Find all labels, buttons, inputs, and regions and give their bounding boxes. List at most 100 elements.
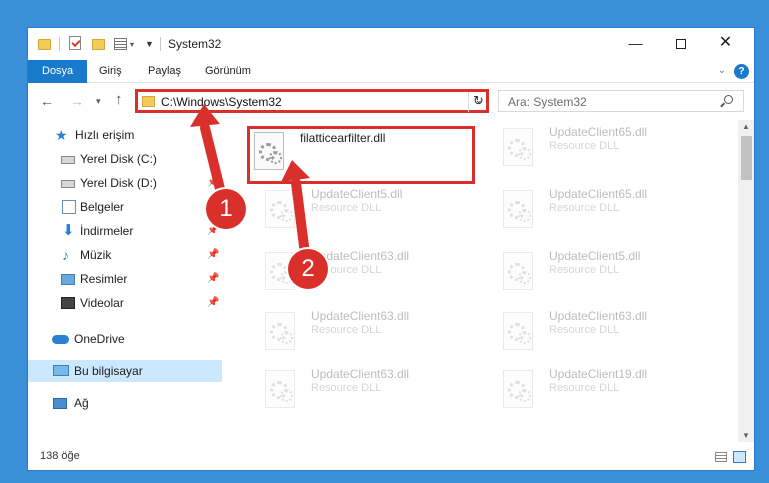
scrollbar-thumb[interactable] (741, 136, 752, 180)
tab-home[interactable]: Giriş (89, 60, 132, 83)
music-icon: ♪ (62, 247, 69, 263)
file-item[interactable]: UpdateClient65.dll Resource DLL (485, 122, 723, 178)
search-placeholder: Ara: System32 (508, 95, 587, 109)
search-icon[interactable] (724, 95, 733, 104)
explorer-window: ▾ ▼ System32 — ✕ Dosya Giriş Paylaş Görü… (27, 27, 755, 471)
star-icon: ★ (55, 127, 68, 143)
forward-arrow-icon[interactable]: → (70, 93, 84, 109)
file-name: UpdateClient19.dll (549, 367, 648, 381)
window-title: System32 (168, 37, 222, 51)
file-type: Resource DLL (549, 202, 620, 214)
dll-file-icon (503, 128, 533, 166)
maximize-button[interactable] (658, 28, 703, 58)
sidebar-item-drive-c[interactable]: Yerel Disk (C:) (28, 148, 222, 170)
videos-icon (61, 297, 75, 309)
folder-icon (38, 39, 51, 50)
file-name: filatticearfilter.dll (300, 131, 386, 145)
step-2-badge: 2 (288, 249, 328, 289)
sidebar-item-onedrive[interactable]: OneDrive (28, 328, 222, 350)
drive-icon (61, 156, 75, 164)
file-item[interactable]: UpdateClient5.dll Resource DLL (247, 184, 485, 240)
tab-share[interactable]: Paylaş (138, 60, 191, 83)
file-item[interactable]: UpdateClient63.dll Resource DLL (485, 306, 723, 362)
address-path[interactable]: C:\Windows\System32 (161, 95, 282, 109)
back-arrow-icon[interactable]: ← (40, 93, 54, 109)
status-bar: 138 öğe (28, 442, 754, 470)
pictures-icon (61, 274, 75, 285)
file-item[interactable]: UpdateClient19.dll Resource DLL (485, 364, 723, 420)
file-name: UpdateClient65.dll (549, 187, 648, 201)
sidebar-item-quick-access[interactable]: ★ Hızlı erişim (28, 124, 222, 146)
file-item[interactable]: UpdateClient5.dll Resource DLL (485, 246, 723, 302)
file-type: Resource DLL (311, 324, 382, 336)
pin-icon[interactable]: 📌 (207, 268, 219, 290)
file-name: UpdateClient63.dll (549, 309, 648, 323)
network-icon (53, 398, 67, 409)
file-item[interactable]: UpdateClient63.dll Resource DLL (247, 246, 485, 302)
large-icons-view-icon[interactable] (733, 451, 746, 463)
file-item[interactable]: UpdateClient63.dll Resource DLL (247, 364, 485, 420)
new-folder-icon[interactable] (92, 39, 105, 50)
details-view-icon[interactable] (715, 452, 727, 462)
refresh-icon[interactable]: ↻ (468, 92, 488, 112)
cloud-icon (52, 335, 69, 344)
sidebar-item-label: Belgeler (80, 200, 125, 214)
file-type: Resource DLL (549, 382, 620, 394)
file-name: UpdateClient5.dll (549, 249, 641, 263)
sidebar-item-label: İndirmeler (80, 224, 134, 238)
sidebar-item-label: Hızlı erişim (75, 128, 135, 142)
up-arrow-icon[interactable]: ↑ (115, 91, 123, 108)
sidebar-item-videos[interactable]: Videolar 📌 (28, 292, 222, 314)
chevron-down-icon[interactable]: ▾ (130, 40, 134, 56)
drive-icon (61, 180, 75, 188)
sidebar-item-label: Videolar (80, 296, 124, 310)
minimize-button[interactable]: — (613, 28, 658, 58)
close-button[interactable]: ✕ (703, 28, 748, 58)
dll-file-icon (254, 132, 284, 170)
folder-icon (142, 96, 155, 107)
customize-toolbar-icon[interactable]: ▼ (145, 39, 154, 55)
ribbon-tabs: Dosya Giriş Paylaş Görünüm ⌄ ? (28, 60, 754, 83)
scroll-down-icon[interactable]: ▼ (742, 431, 750, 440)
properties-icon[interactable] (69, 36, 81, 50)
help-icon[interactable]: ? (734, 64, 749, 79)
tab-file[interactable]: Dosya (28, 60, 88, 83)
vertical-scrollbar[interactable]: ▲ ▼ (738, 120, 754, 442)
file-item[interactable]: UpdateClient63.dll Resource DLL (247, 306, 485, 362)
sidebar-item-label: OneDrive (74, 332, 125, 346)
dll-file-icon (265, 370, 295, 408)
divider (59, 37, 60, 51)
sidebar-item-drive-d[interactable]: Yerel Disk (D:) 📌 (28, 172, 222, 194)
address-bar[interactable]: C:\Windows\System32 ⌄ (135, 89, 489, 113)
sidebar-item-network[interactable]: Ağ (28, 392, 222, 414)
sidebar-item-this-pc[interactable]: Bu bilgisayar (28, 360, 222, 382)
file-type: Resource DLL (311, 202, 382, 214)
dll-file-icon (265, 190, 295, 228)
sidebar-item-downloads[interactable]: ⬇ İndirmeler 📌 (28, 220, 222, 242)
sidebar-item-documents[interactable]: Belgeler 📌 (28, 196, 222, 218)
sidebar-item-label: Resimler (80, 272, 128, 286)
view-icon[interactable] (114, 38, 127, 50)
file-item[interactable]: UpdateClient65.dll Resource DLL (485, 184, 723, 240)
navigation-bar: ← → ▾ ↑ C:\Windows\System32 ⌄ ↻ Ara: Sys… (28, 84, 754, 118)
dll-file-icon (503, 190, 533, 228)
dll-file-icon (503, 370, 533, 408)
file-item-highlighted[interactable]: filatticearfilter.dll (247, 126, 475, 184)
documents-icon (62, 200, 76, 214)
dll-file-icon (265, 312, 295, 350)
search-input[interactable]: Ara: System32 (498, 90, 744, 112)
dll-file-icon (503, 312, 533, 350)
computer-icon (53, 365, 69, 376)
item-count: 138 öğe (40, 450, 80, 462)
scroll-up-icon[interactable]: ▲ (742, 122, 750, 131)
recent-locations-icon[interactable]: ▾ (96, 96, 101, 107)
sidebar-item-pictures[interactable]: Resimler 📌 (28, 268, 222, 290)
pin-icon[interactable]: 📌 (207, 292, 219, 314)
tab-view[interactable]: Görünüm (195, 60, 261, 83)
sidebar-item-music[interactable]: ♪ Müzik 📌 (28, 244, 222, 266)
sidebar-item-label: Yerel Disk (D:) (80, 176, 157, 190)
divider (160, 37, 161, 51)
file-type: Resource DLL (311, 382, 382, 394)
chevron-down-icon[interactable]: ⌄ (718, 65, 726, 76)
pin-icon[interactable]: 📌 (207, 244, 219, 266)
